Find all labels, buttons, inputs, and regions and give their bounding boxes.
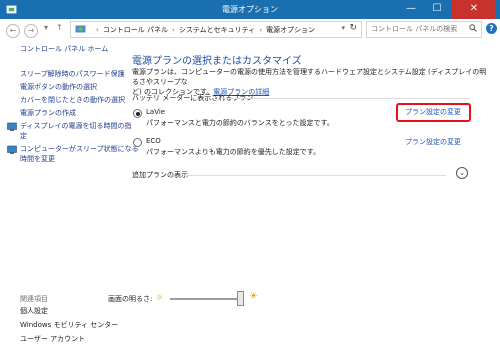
close-button[interactable]: ✕: [452, 0, 496, 19]
divider: [222, 98, 470, 99]
chevron-down-icon[interactable]: ⌄: [456, 167, 468, 179]
help-icon[interactable]: ?: [486, 23, 497, 34]
back-button[interactable]: ←: [6, 24, 20, 38]
screen-brightness-label: 画面の明るさ:: [108, 295, 153, 303]
see-also-mobility-center[interactable]: Windows モビリティ センター: [20, 320, 118, 330]
see-also-heading: 関連項目: [20, 295, 48, 303]
sidebar-home-link[interactable]: コントロール パネル ホーム: [20, 44, 108, 54]
plan-eco-change-settings-link[interactable]: プラン設定の変更: [405, 137, 461, 147]
maximize-button[interactable]: ☐: [424, 0, 450, 19]
see-also-personalization[interactable]: 個人設定: [20, 306, 48, 316]
brightness-slider-thumb[interactable]: [237, 291, 244, 306]
description-line1: 電源プランは、コンピューターの電源の使用方法を管理するハードウェア設定とシステム…: [132, 68, 487, 86]
shield-icon: [7, 145, 17, 154]
breadcrumb-chevron-icon: ›: [96, 26, 99, 34]
main-content: 電源プランの選択またはカスタマイズ 電源プランは、コンピューターの電源の使用方法…: [122, 41, 500, 358]
plan-lavie-description: パフォーマンスと電力の節約のバランスをとった設定です。: [146, 119, 334, 127]
breadcrumb-chevron-icon: ›: [172, 26, 175, 34]
search-icon[interactable]: [469, 24, 477, 32]
sidebar-link-sleep-time[interactable]: コンピューターがスリープ状態になる: [20, 144, 139, 154]
plan-lavie-radio[interactable]: [133, 109, 142, 118]
show-additional-plans-label[interactable]: 追加プランの表示: [132, 170, 188, 180]
title-bar: 電源オプション — ☐ ✕: [0, 0, 500, 19]
control-panel-icon: [75, 25, 86, 33]
sidebar-link-display-off[interactable]: ディスプレイの電源を切る時間の指: [20, 121, 132, 131]
search-box[interactable]: [366, 21, 482, 38]
plan-eco-description: パフォーマンスよりも電力の節約を優先した設定です。: [146, 148, 321, 156]
address-bar-row: ← → ▾ ↑ › コントロール パネル › システムとセキュリティ › 電源オプション …: [0, 19, 500, 41]
sidebar: コントロール パネル ホーム スリープ解除時のパスワード保護 電源ボタンの動作の…: [0, 41, 139, 358]
shield-icon: [7, 122, 17, 131]
sidebar-link-lid-action[interactable]: カバーを閉じたときの動作の選択: [20, 95, 125, 105]
see-also-user-accounts[interactable]: ユーザー アカウント: [20, 334, 85, 344]
sidebar-link-create-plan[interactable]: 電源プランの作成: [20, 108, 76, 118]
breadcrumb-power-options[interactable]: 電源オプション: [266, 26, 315, 34]
sidebar-link-wake-password[interactable]: スリープ解除時のパスワード保護: [20, 69, 125, 79]
divider: [184, 175, 446, 176]
sidebar-link-power-button[interactable]: 電源ボタンの動作の選択: [20, 82, 97, 92]
minimize-button[interactable]: —: [398, 0, 424, 19]
breadcrumb-system-security[interactable]: システムとセキュリティ: [179, 26, 255, 34]
plan-eco-radio[interactable]: [133, 138, 142, 147]
brightness-slider[interactable]: [170, 298, 240, 300]
sidebar-link-sleep-time-line2[interactable]: 時間を変更: [20, 154, 55, 164]
address-dropdown-icon[interactable]: ▾: [341, 24, 345, 32]
plan-lavie-name[interactable]: LaVie: [146, 108, 165, 116]
brightness-low-icon: ☼: [156, 293, 164, 302]
breadcrumb-chevron-icon: ›: [259, 26, 263, 34]
recent-pages-dropdown[interactable]: ▾: [44, 23, 48, 32]
sidebar-link-display-off-line2[interactable]: 定: [20, 131, 27, 141]
breadcrumb: › コントロール パネル › システムとセキュリティ › 電源オプション: [92, 25, 315, 35]
breadcrumb-control-panel[interactable]: コントロール パネル: [103, 26, 168, 34]
forward-button[interactable]: →: [24, 24, 38, 38]
plan-lavie-change-settings-link[interactable]: プラン設定の変更: [405, 107, 461, 117]
refresh-icon[interactable]: ↻: [349, 23, 357, 33]
plan-eco-name[interactable]: ECO: [146, 137, 161, 145]
address-box[interactable]: › コントロール パネル › システムとセキュリティ › 電源オプション ▾ ↻: [70, 21, 362, 38]
up-button[interactable]: ↑: [56, 23, 63, 32]
search-input[interactable]: [371, 23, 463, 35]
brightness-high-icon: ☀: [249, 291, 258, 302]
page-title: 電源プランの選択またはカスタマイズ: [132, 56, 302, 67]
